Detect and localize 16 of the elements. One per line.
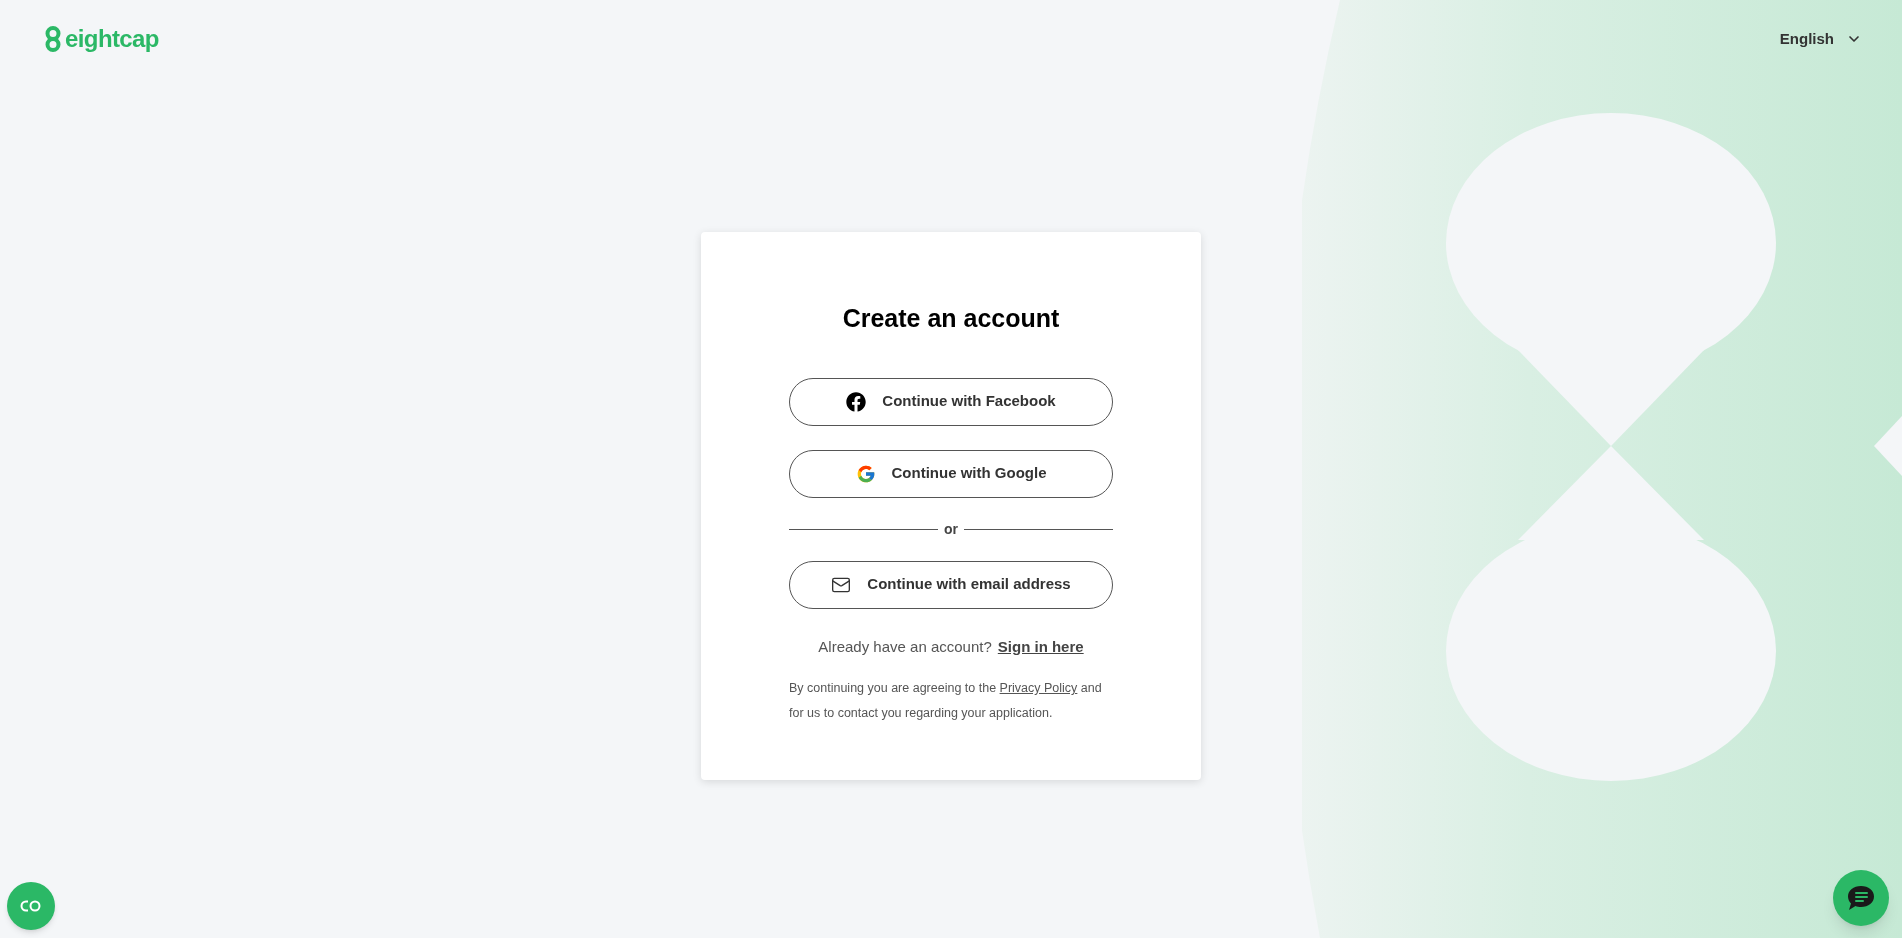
language-selector[interactable]: English bbox=[1779, 27, 1862, 51]
logo-icon bbox=[44, 26, 62, 52]
signin-prompt: Already have an account? bbox=[818, 636, 992, 657]
privacy-policy-link[interactable]: Privacy Policy bbox=[999, 681, 1078, 695]
card-title: Create an account bbox=[842, 303, 1060, 334]
logo-text: eightcap bbox=[65, 27, 159, 51]
facebook-button[interactable]: Continue with Facebook bbox=[789, 377, 1113, 426]
google-button[interactable]: Continue with Google bbox=[789, 449, 1113, 498]
signin-link[interactable]: Sign in here bbox=[997, 635, 1084, 658]
chat-icon bbox=[1846, 884, 1876, 912]
facebook-icon bbox=[846, 391, 867, 412]
divider-text: or bbox=[944, 519, 958, 539]
consent-text: By continuing you are agreeing to the Privacy Policy and for us to contact you regarding your application. bbox=[789, 680, 1103, 722]
toggle-icon bbox=[20, 900, 42, 912]
email-button[interactable]: Continue with email address bbox=[789, 560, 1113, 609]
google-icon bbox=[855, 463, 876, 484]
